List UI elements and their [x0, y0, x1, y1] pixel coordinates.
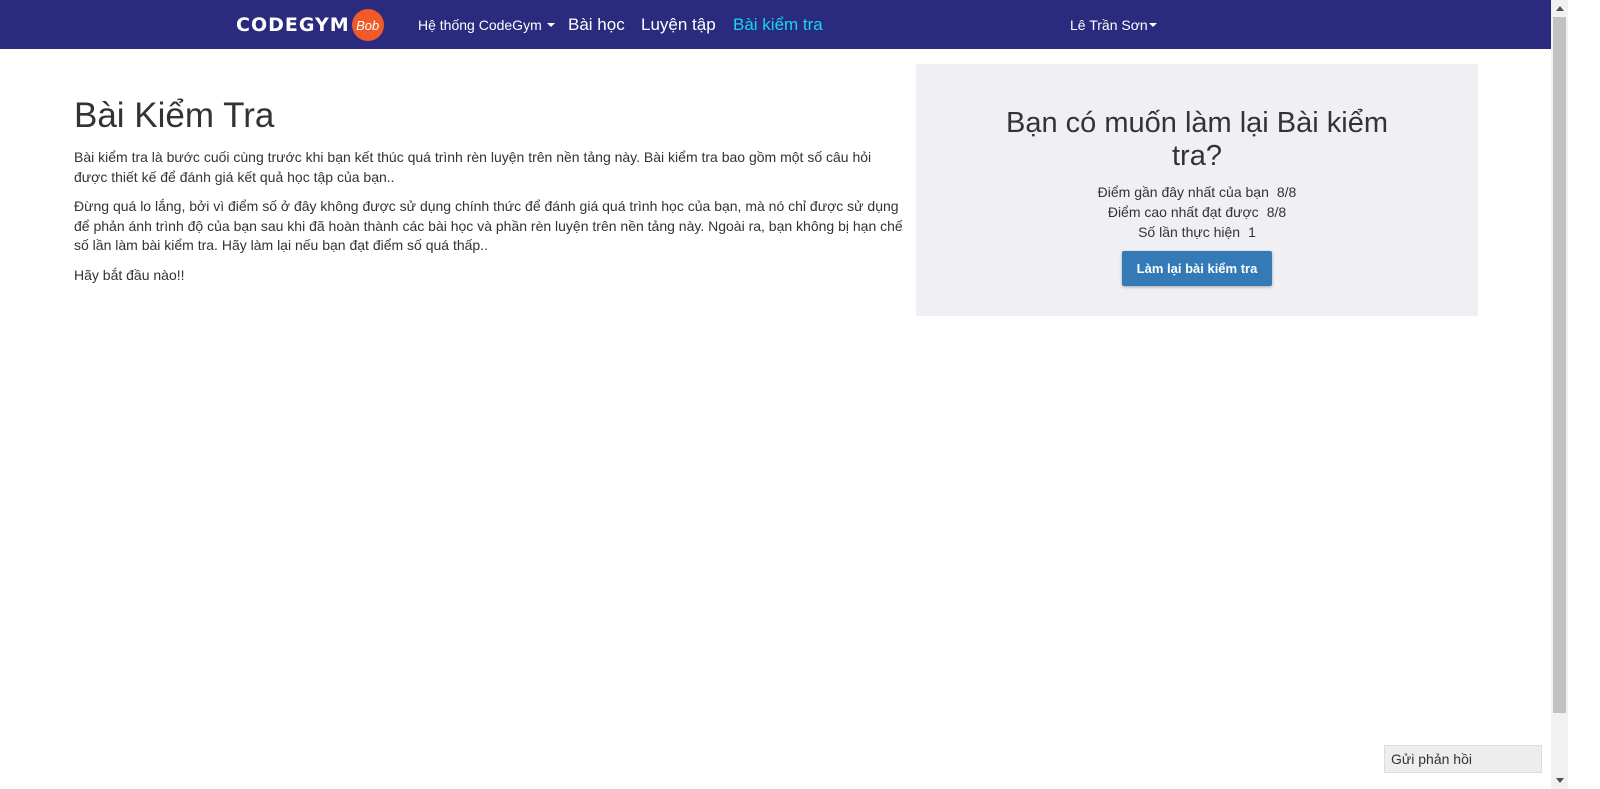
scroll-up-arrow-icon[interactable]: [1556, 6, 1564, 11]
codegym-logo[interactable]: CODEGYM Bob: [236, 9, 384, 41]
vertical-scrollbar[interactable]: [1551, 0, 1568, 789]
stat-value: 8/8: [1276, 184, 1297, 200]
nav-codegym-system-label: Hệ thống CodeGym: [418, 16, 542, 33]
intro-paragraph: Bài kiểm tra là bước cuối cùng trước khi…: [74, 149, 872, 185]
stat-value: 8/8: [1266, 204, 1287, 220]
test-intro-section: Bài Kiểm Tra Bài kiểm tra là bước cuối c…: [74, 96, 906, 295]
stat-label: Số lần thực hiện: [1138, 224, 1241, 240]
stat-attempts: Số lần thực hiện 1: [916, 224, 1478, 240]
top-navbar: CODEGYM Bob Hệ thống CodeGym Bài học Luy…: [0, 0, 1551, 49]
caret-down-icon: [546, 22, 555, 27]
retry-title-text: Bạn có muốn làm lại Bài kiểm tra?: [1006, 107, 1388, 172]
logo-badge: Bob: [351, 9, 384, 41]
caret-down-icon: [1148, 22, 1157, 27]
nav-codegym-system-dropdown[interactable]: Hệ thống CodeGym: [418, 0, 555, 49]
send-feedback-button[interactable]: Gửi phản hồi: [1384, 745, 1542, 773]
stat-value: 1: [1248, 224, 1256, 240]
user-name: Lê Trần Sơn: [1070, 16, 1148, 33]
stat-label: Điểm cao nhất đạt được: [1107, 204, 1259, 220]
stat-latest-score: Điểm gần đây nhất của bạn 8/8: [916, 184, 1478, 200]
scrollbar-thumb[interactable]: [1553, 17, 1566, 713]
retry-test-button[interactable]: Làm lại bài kiểm tra: [1122, 251, 1272, 286]
user-menu-dropdown[interactable]: Lê Trần Sơn: [1070, 0, 1157, 49]
stat-label: Điểm gần đây nhất của bạn: [1097, 184, 1269, 200]
retry-test-panel: Bạn có muốn làm lại Bài kiểm tra? Điểm g…: [916, 64, 1478, 316]
retry-title: Bạn có muốn làm lại Bài kiểm tra?: [916, 107, 1478, 173]
stat-best-score: Điểm cao nhất đạt được 8/8: [916, 204, 1478, 220]
nav-test-link[interactable]: Bài kiểm tra: [733, 0, 823, 49]
intro-paragraph: Hãy bắt đầu nào!!: [74, 266, 185, 283]
nav-lessons-link[interactable]: Bài học: [568, 0, 625, 49]
logo-text: CODEGYM: [236, 14, 350, 36]
intro-paragraph: Đừng quá lo lắng, bởi vì điểm số ở đây k…: [74, 198, 903, 253]
scroll-down-arrow-icon[interactable]: [1556, 778, 1564, 783]
nav-practice-link[interactable]: Luyện tập: [641, 0, 716, 49]
page-title: Bài Kiểm Tra: [74, 96, 275, 135]
